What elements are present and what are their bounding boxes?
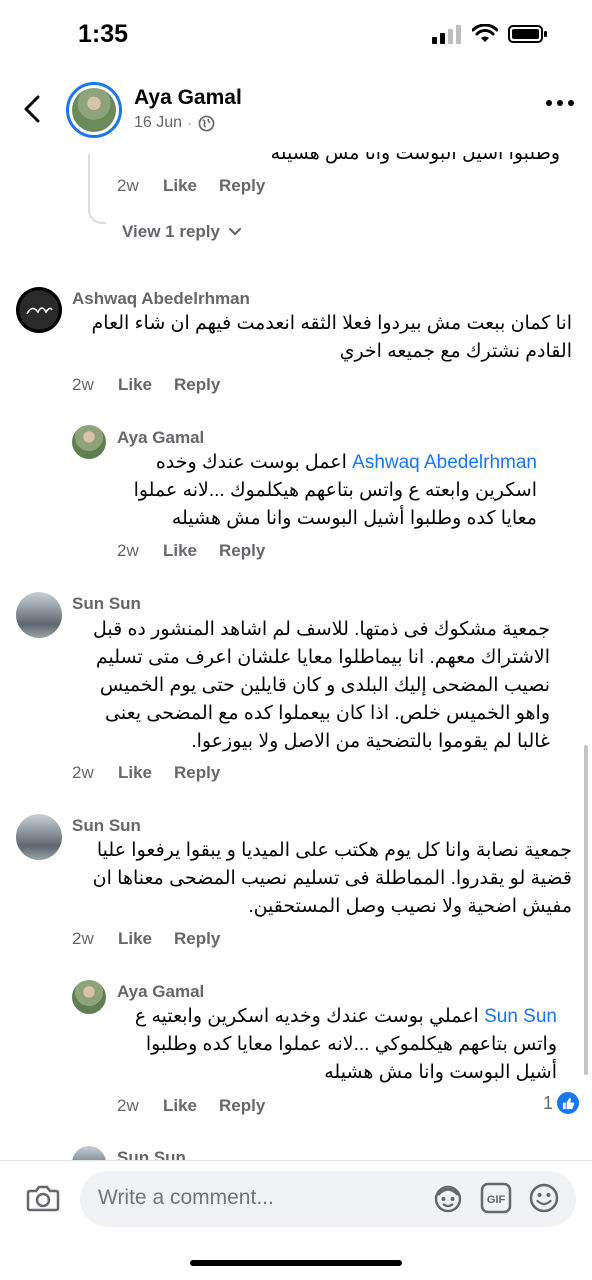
comment-actions: 2w Like Reply	[117, 541, 287, 561]
comment-actions: 2w Like Reply	[72, 763, 242, 783]
mention-link[interactable]: Ashwaq Abedelrhman	[352, 452, 537, 473]
status-time: 1:35	[78, 20, 129, 48]
comment-text: Sun Sun اعملي بوست عندك وخديه اسكرين واب…	[117, 1003, 557, 1087]
commenter-avatar[interactable]	[72, 1146, 106, 1160]
globe-icon	[198, 115, 215, 131]
chevron-down-icon	[228, 227, 242, 236]
post-date: 16 Jun	[134, 114, 183, 131]
reply-button[interactable]: Reply	[219, 1096, 265, 1116]
comment-actions: 2w Like Reply	[117, 176, 287, 196]
comment-time: 2w	[72, 375, 94, 394]
comment-text: Ashwaq Abedelrhman اعمل بوست عندك وخده ا…	[117, 449, 537, 533]
reply-button[interactable]: Reply	[219, 541, 265, 561]
reply-button[interactable]: Reply	[219, 176, 265, 196]
like-button[interactable]: Like	[118, 375, 152, 395]
like-button[interactable]: Like	[163, 541, 197, 561]
commenter-avatar[interactable]	[16, 287, 62, 333]
commenter-avatar[interactable]	[16, 592, 62, 638]
gif-icon[interactable]: GIF	[480, 1182, 512, 1214]
comment-time: 2w	[72, 763, 94, 782]
comment-actions: 2w Like Reply	[117, 1096, 287, 1116]
commenter-name[interactable]: Aya Gamal	[117, 982, 204, 1002]
mention-link[interactable]: Sun Sun	[484, 1006, 557, 1027]
post-meta: 16 Jun ·	[134, 114, 215, 132]
commenter-name[interactable]: Sun Sun	[72, 594, 141, 614]
view-replies-label: View 1 reply	[122, 222, 220, 241]
like-button[interactable]: Like	[118, 763, 152, 783]
commenter-name[interactable]: Sun Sun	[117, 1148, 186, 1160]
reply-thread-line	[88, 154, 106, 224]
commenter-name[interactable]: Ashwaq Abedelrhman	[72, 289, 250, 309]
reaction-count[interactable]: 1	[543, 1092, 580, 1114]
wifi-icon	[472, 24, 498, 42]
commenter-avatar[interactable]	[72, 425, 106, 459]
like-button[interactable]: Like	[163, 1096, 197, 1116]
comment-text: جمعية مشكوك فى ذمتها. للاسف لم اشاهد الم…	[92, 619, 550, 752]
camera-icon[interactable]	[26, 1183, 60, 1213]
reply-button[interactable]: Reply	[174, 763, 220, 783]
status-icons	[432, 24, 548, 44]
back-arrow-icon[interactable]	[20, 94, 46, 124]
comment-text: انا كمان ببعت مش بيردوا فعلا الثقه انعدم…	[91, 313, 572, 362]
scrollbar[interactable]	[584, 745, 588, 1075]
comment-time: 2w	[72, 929, 94, 948]
status-bar: 1:35	[0, 0, 592, 70]
comment-time: 2w	[117, 176, 139, 195]
reaction-number: 1	[543, 1092, 554, 1113]
commenter-name[interactable]: Aya Gamal	[117, 428, 204, 448]
author-avatar[interactable]	[66, 82, 122, 138]
comment-input[interactable]	[98, 1186, 398, 1210]
comment-actions: 2w Like Reply	[72, 929, 242, 949]
like-button[interactable]: Like	[118, 929, 152, 949]
commenter-name[interactable]: Sun Sun	[72, 816, 141, 836]
comment-time: 2w	[117, 541, 139, 560]
home-indicator	[190, 1260, 402, 1266]
avatar-sticker-icon[interactable]	[432, 1182, 464, 1214]
composer-actions: GIF	[432, 1182, 560, 1214]
svg-text:GIF: GIF	[487, 1194, 506, 1206]
cellular-signal-icon	[432, 25, 461, 44]
comments-feed[interactable]: وطلبوا أشيل البوست وانا مش هشيله 2w Like…	[0, 140, 592, 1160]
comment-time: 2w	[117, 1096, 139, 1115]
comment-input-pill[interactable]: GIF	[80, 1171, 576, 1227]
calligraphy-icon	[26, 307, 53, 315]
view-replies-button[interactable]: View 1 reply	[122, 222, 242, 242]
thumbs-up-icon	[557, 1092, 580, 1114]
comment-text: جمعية نصابة وانا كل يوم هكتب على الميديا…	[92, 840, 572, 917]
post-header: Aya Gamal 16 Jun ·	[0, 70, 592, 148]
comment-actions: 2w Like Reply	[72, 375, 242, 395]
author-name[interactable]: Aya Gamal	[134, 86, 242, 110]
commenter-avatar[interactable]	[16, 814, 62, 860]
battery-icon	[508, 25, 547, 43]
emoji-icon[interactable]	[528, 1182, 560, 1214]
reply-button[interactable]: Reply	[174, 375, 220, 395]
like-button[interactable]: Like	[163, 176, 197, 196]
more-options-icon[interactable]	[546, 100, 574, 106]
reply-button[interactable]: Reply	[174, 929, 220, 949]
commenter-avatar[interactable]	[72, 980, 106, 1014]
